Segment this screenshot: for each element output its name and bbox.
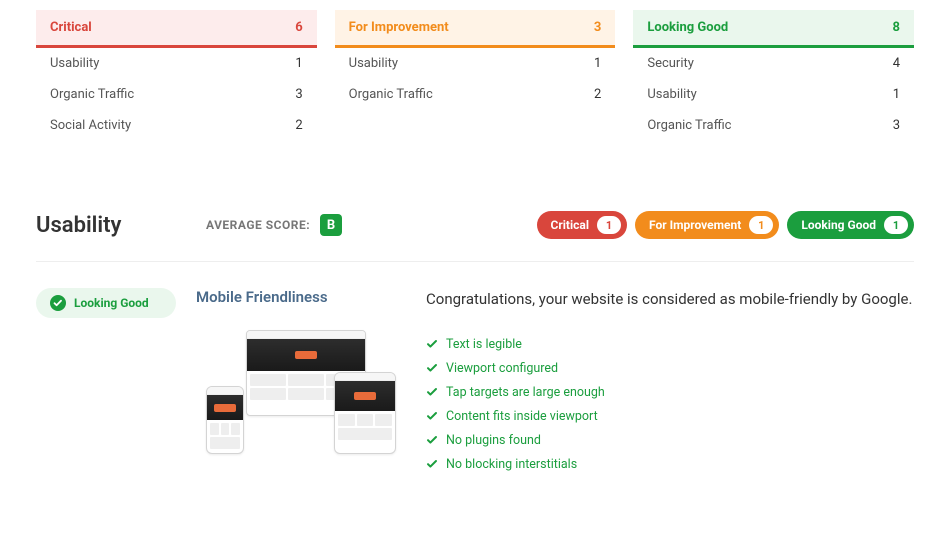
check-item: Tap targets are large enough — [426, 385, 914, 400]
check-icon — [426, 338, 438, 350]
section-header: Usability AVERAGE SCORE: B Critical 1 Fo… — [36, 211, 914, 239]
pill-count: 1 — [749, 216, 773, 234]
table-row: Organic Traffic 3 — [633, 110, 914, 141]
critical-count: 6 — [295, 20, 302, 35]
critical-header[interactable]: Critical 6 — [36, 10, 317, 48]
audit-item: Looking Good Mobile Friendliness Congrat… — [36, 288, 914, 481]
critical-label: Critical — [50, 20, 92, 35]
improvement-count: 3 — [594, 20, 601, 35]
check-icon — [426, 410, 438, 422]
device-mockup-image — [196, 330, 396, 460]
section-title: Usability — [36, 213, 206, 238]
check-item: Content fits inside viewport — [426, 409, 914, 424]
table-row: Usability 1 — [633, 79, 914, 110]
good-count: 8 — [893, 20, 900, 35]
good-header[interactable]: Looking Good 8 — [633, 10, 914, 48]
divider — [36, 261, 914, 262]
good-label: Looking Good — [647, 20, 728, 35]
status-badge: Looking Good — [36, 288, 176, 318]
tablet-icon — [334, 372, 396, 454]
check-icon — [426, 434, 438, 446]
table-row: Usability 1 — [335, 48, 616, 79]
row-value: 2 — [594, 87, 601, 102]
average-score-label: AVERAGE SCORE: — [206, 218, 310, 232]
row-value: 3 — [295, 87, 302, 102]
table-row: Organic Traffic 2 — [335, 79, 616, 110]
audit-message: Congratulations, your website is conside… — [426, 288, 914, 311]
check-icon — [426, 458, 438, 470]
row-value: 1 — [295, 56, 302, 71]
row-label: Organic Traffic — [50, 87, 134, 102]
pill-good[interactable]: Looking Good 1 — [787, 211, 914, 239]
good-column: Looking Good 8 Security 4 Usability 1 Or… — [633, 10, 914, 141]
table-row: Organic Traffic 3 — [36, 79, 317, 110]
table-row: Usability 1 — [36, 48, 317, 79]
check-text: No plugins found — [446, 433, 541, 448]
pill-label: Looking Good — [801, 218, 876, 232]
row-label: Social Activity — [50, 118, 131, 133]
check-text: Viewport configured — [446, 361, 558, 376]
pill-count: 1 — [597, 216, 621, 234]
improvement-label: For Improvement — [349, 20, 449, 35]
audit-mid: Mobile Friendliness — [196, 288, 406, 460]
pill-label: Critical — [551, 218, 590, 232]
score-badge: B — [320, 214, 342, 236]
audit-details: Congratulations, your website is conside… — [426, 288, 914, 481]
row-label: Organic Traffic — [647, 118, 731, 133]
row-value: 1 — [893, 87, 900, 102]
check-text: No blocking interstitials — [446, 457, 577, 472]
pill-label: For Improvement — [649, 218, 741, 232]
row-value: 1 — [594, 56, 601, 71]
pill-group: Critical 1 For Improvement 1 Looking Goo… — [537, 211, 915, 239]
check-item: No blocking interstitials — [426, 457, 914, 472]
row-label: Organic Traffic — [349, 87, 433, 102]
improvement-header[interactable]: For Improvement 3 — [335, 10, 616, 48]
row-label: Security — [647, 56, 694, 71]
row-label: Usability — [50, 56, 99, 71]
row-label: Usability — [647, 87, 696, 102]
row-value: 2 — [295, 118, 302, 133]
row-value: 3 — [893, 118, 900, 133]
check-icon — [426, 386, 438, 398]
status-label: Looking Good — [74, 296, 149, 310]
check-circle-icon — [50, 295, 66, 311]
audit-title: Mobile Friendliness — [196, 288, 406, 306]
check-item: Viewport configured — [426, 361, 914, 376]
check-text: Content fits inside viewport — [446, 409, 598, 424]
improvement-column: For Improvement 3 Usability 1 Organic Tr… — [335, 10, 616, 141]
table-row: Social Activity 2 — [36, 110, 317, 141]
pill-critical[interactable]: Critical 1 — [537, 211, 628, 239]
check-text: Text is legible — [446, 337, 522, 352]
pill-improvement[interactable]: For Improvement 1 — [635, 211, 779, 239]
check-list: Text is legible Viewport configured Tap … — [426, 337, 914, 472]
row-label: Usability — [349, 56, 398, 71]
check-text: Tap targets are large enough — [446, 385, 605, 400]
check-icon — [426, 362, 438, 374]
critical-column: Critical 6 Usability 1 Organic Traffic 3… — [36, 10, 317, 141]
check-item: Text is legible — [426, 337, 914, 352]
row-value: 4 — [893, 56, 900, 71]
check-item: No plugins found — [426, 433, 914, 448]
phone-icon — [206, 386, 244, 454]
status-badge-wrap: Looking Good — [36, 288, 176, 318]
table-row: Security 4 — [633, 48, 914, 79]
summary-columns: Critical 6 Usability 1 Organic Traffic 3… — [36, 10, 914, 141]
pill-count: 1 — [884, 216, 908, 234]
